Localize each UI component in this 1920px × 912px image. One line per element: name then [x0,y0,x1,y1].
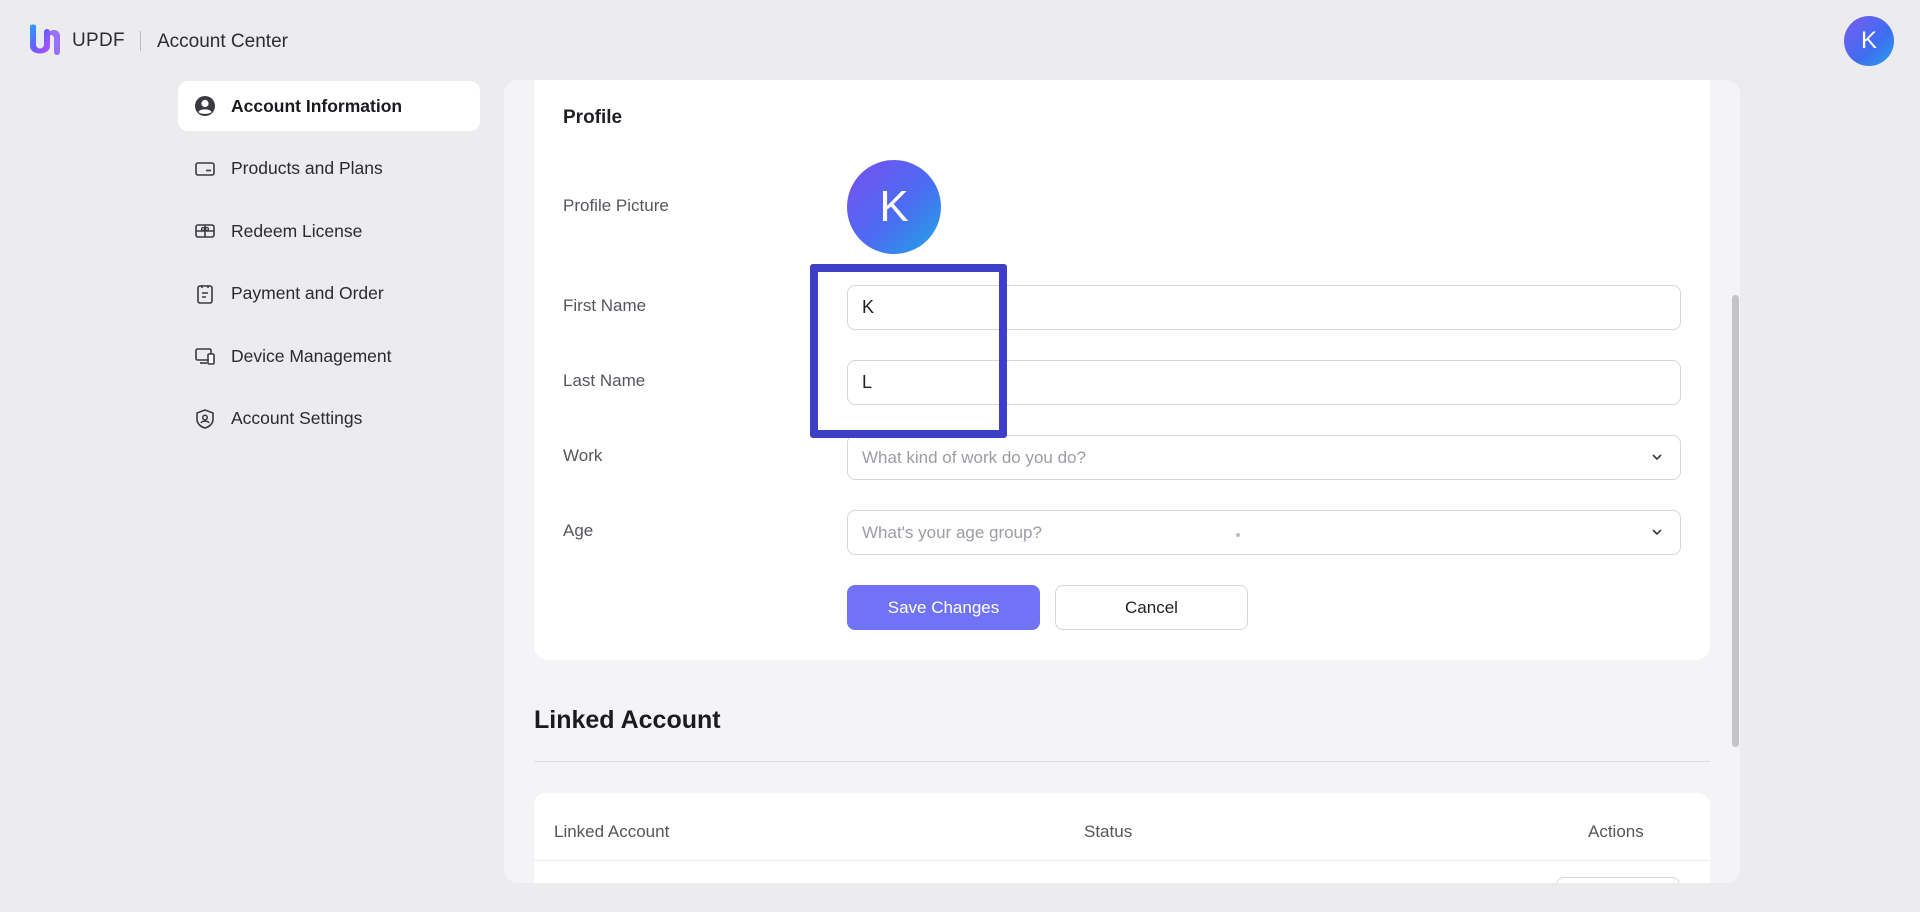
gift-card-icon [193,219,217,243]
profile-picture[interactable]: K [847,160,941,254]
top-header: UPDF Account Center K [0,0,1920,80]
sidebar-item-label: Account Settings [231,408,363,428]
sidebar-item-label: Payment and Order [231,283,384,303]
first-name-label: First Name [563,296,647,315]
profile-card: Profile Profile Picture K First Name K L… [534,80,1710,660]
user-avatar-button[interactable]: K [1844,16,1894,66]
column-header-actions: Actions [1588,822,1644,841]
save-changes-button[interactable]: Save Changes [847,585,1040,630]
profile-heading: Profile [563,107,623,128]
shield-user-icon [193,407,217,431]
table-divider [534,860,1710,861]
sidebar-item-label: Redeem License [231,220,363,241]
updf-logo-icon[interactable] [26,22,64,58]
sidebar-item-products-and-plans[interactable]: Products and Plans [178,144,480,194]
card-icon [193,157,217,181]
linked-account-table: Linked Account Status Actions [534,793,1710,883]
sidebar-item-device-management[interactable]: Device Management [178,331,480,381]
work-placeholder: What kind of work do you do? [862,447,1086,467]
sidebar-item-label: Products and Plans [231,158,383,178]
sidebar-item-label: Device Management [231,345,392,366]
work-select[interactable]: What kind of work do you do? [847,435,1681,480]
sidebar-item-account-settings[interactable]: Account Settings [178,394,480,444]
user-circle-icon [193,94,217,118]
page-title: Account Center [157,31,288,52]
sidebar-item-label: Account Information [231,95,403,116]
chevron-down-icon [1652,454,1662,461]
scrollbar-thumb[interactable] [1732,295,1739,747]
age-placeholder: What's your age group? [862,522,1042,542]
sidebar-item-redeem-license[interactable]: Redeem License [178,206,480,256]
row-action-button[interactable] [1556,877,1680,883]
sidebar-item-account-information[interactable]: Account Information [178,81,480,131]
column-header-linked-account: Linked Account [554,822,670,841]
clipboard-icon [193,282,217,306]
sidebar-nav: Account Information Products and Plans R… [178,81,480,456]
age-select[interactable]: What's your age group? [847,510,1681,555]
sidebar-item-payment-and-order[interactable]: Payment and Order [178,269,480,319]
highlight-box [810,264,1007,438]
devices-icon [193,344,217,368]
main-panel: Profile Profile Picture K First Name K L… [504,80,1740,883]
brand-name: UPDF [72,30,125,51]
age-label: Age [563,521,594,540]
linked-account-heading: Linked Account [534,706,721,734]
work-label: Work [563,446,603,465]
last-name-label: Last Name [563,371,646,390]
header-divider [140,31,141,51]
divider [534,761,1710,762]
profile-picture-label: Profile Picture [563,196,669,215]
chevron-down-icon [1652,529,1662,536]
cancel-button[interactable]: Cancel [1055,585,1248,630]
cursor-dot [1236,533,1240,537]
column-header-status: Status [1084,822,1133,841]
